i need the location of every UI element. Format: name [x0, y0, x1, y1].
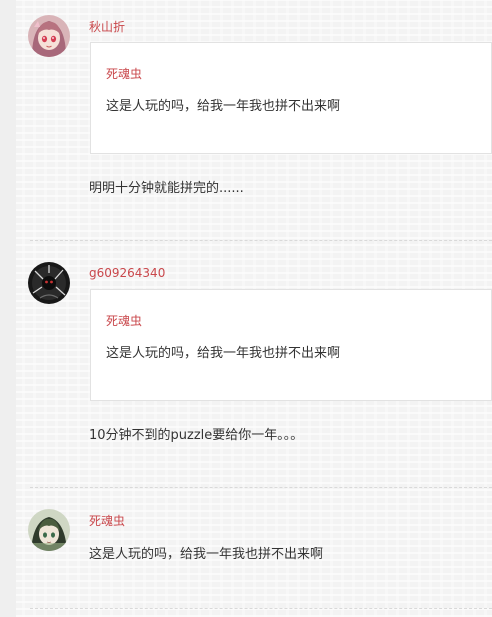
- comment-text: 10分钟不到的puzzle要给你一年。。。: [89, 428, 304, 443]
- comment-divider: [30, 487, 492, 488]
- quoted-comment: 死魂虫 这是人玩的吗，给我一年我也拼不出来啊: [90, 42, 492, 154]
- comment-divider: [30, 608, 492, 609]
- dark-figure-avatar[interactable]: [28, 262, 70, 304]
- quoted-text: 这是人玩的吗，给我一年我也拼不出来啊: [106, 99, 341, 114]
- comment-text: 明明十分钟就能拼完的......: [89, 181, 244, 196]
- comment-author-link[interactable]: 死魂虫: [89, 512, 125, 529]
- comment-text: 这是人玩的吗，给我一年我也拼不出来啊: [89, 547, 324, 562]
- comment-item: g609264340 死魂虫 这是人玩的吗，给我一年我也拼不出来啊 10分钟不到…: [18, 242, 492, 487]
- comment-divider: [30, 240, 492, 241]
- anime-girl-avatar[interactable]: [28, 15, 70, 57]
- page-left-edge: [0, 0, 16, 617]
- quoted-text: 这是人玩的吗，给我一年我也拼不出来啊: [106, 346, 341, 361]
- comment-item: 秋山折 死魂虫 这是人玩的吗，给我一年我也拼不出来啊 明明十分钟就能拼完的...…: [18, 0, 492, 240]
- quoted-author-link[interactable]: 死魂虫: [106, 65, 142, 82]
- green-character-avatar[interactable]: [28, 509, 70, 551]
- comment-author-link[interactable]: 秋山折: [89, 18, 125, 35]
- comment-author-link[interactable]: g609264340: [89, 266, 165, 280]
- quoted-author-link[interactable]: 死魂虫: [106, 312, 142, 329]
- comment-item: 死魂虫 这是人玩的吗，给我一年我也拼不出来啊: [18, 490, 492, 610]
- quoted-comment: 死魂虫 这是人玩的吗，给我一年我也拼不出来啊: [90, 289, 492, 401]
